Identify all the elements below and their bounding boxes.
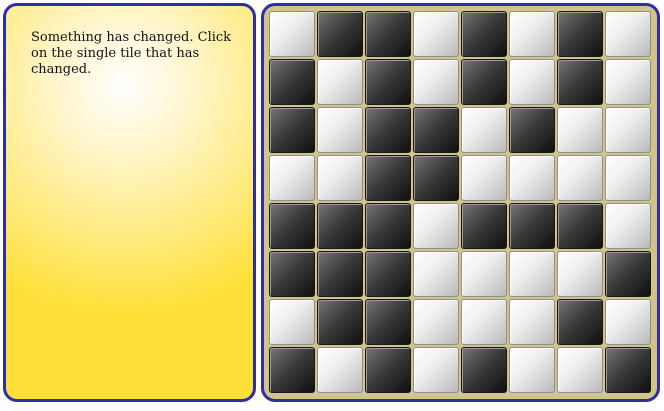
tile-r4-c6[interactable] <box>509 155 555 201</box>
tile-r5-c6[interactable] <box>509 203 555 249</box>
tile-r3-c6[interactable] <box>509 107 555 153</box>
tile-r3-c8[interactable] <box>605 107 651 153</box>
tile-r1-c6[interactable] <box>509 11 555 57</box>
tile-r8-c1[interactable] <box>269 347 315 393</box>
tile-r2-c3[interactable] <box>365 59 411 105</box>
tile-r7-c6[interactable] <box>509 299 555 345</box>
tile-r4-c8[interactable] <box>605 155 651 201</box>
tile-r8-c7[interactable] <box>557 347 603 393</box>
instructions-text: Something has changed. Click on the sing… <box>31 30 232 77</box>
tile-r1-c2[interactable] <box>317 11 363 57</box>
tile-r3-c5[interactable] <box>461 107 507 153</box>
tile-r4-c4[interactable] <box>413 155 459 201</box>
tile-r6-c1[interactable] <box>269 251 315 297</box>
tile-r1-c4[interactable] <box>413 11 459 57</box>
tile-r6-c8[interactable] <box>605 251 651 297</box>
tile-r2-c2[interactable] <box>317 59 363 105</box>
tile-r6-c5[interactable] <box>461 251 507 297</box>
tile-r4-c2[interactable] <box>317 155 363 201</box>
tile-r7-c5[interactable] <box>461 299 507 345</box>
tile-r2-c8[interactable] <box>605 59 651 105</box>
tile-r6-c2[interactable] <box>317 251 363 297</box>
tile-r7-c4[interactable] <box>413 299 459 345</box>
tile-r5-c4[interactable] <box>413 203 459 249</box>
tile-r7-c1[interactable] <box>269 299 315 345</box>
tile-r1-c7[interactable] <box>557 11 603 57</box>
tile-r7-c7[interactable] <box>557 299 603 345</box>
tile-r6-c7[interactable] <box>557 251 603 297</box>
tile-grid <box>269 11 655 397</box>
tile-board <box>261 3 660 402</box>
tile-r5-c8[interactable] <box>605 203 651 249</box>
tile-r4-c1[interactable] <box>269 155 315 201</box>
tile-r2-c4[interactable] <box>413 59 459 105</box>
tile-r3-c3[interactable] <box>365 107 411 153</box>
tile-r8-c4[interactable] <box>413 347 459 393</box>
tile-r6-c3[interactable] <box>365 251 411 297</box>
tile-r8-c6[interactable] <box>509 347 555 393</box>
tile-r2-c1[interactable] <box>269 59 315 105</box>
tile-r6-c6[interactable] <box>509 251 555 297</box>
tile-r8-c5[interactable] <box>461 347 507 393</box>
tile-r2-c5[interactable] <box>461 59 507 105</box>
tile-r4-c7[interactable] <box>557 155 603 201</box>
instructions-panel: Something has changed. Click on the sing… <box>3 3 256 402</box>
tile-r7-c8[interactable] <box>605 299 651 345</box>
game-page: Something has changed. Click on the sing… <box>0 0 664 411</box>
tile-r5-c3[interactable] <box>365 203 411 249</box>
tile-r5-c2[interactable] <box>317 203 363 249</box>
tile-r6-c4[interactable] <box>413 251 459 297</box>
tile-r5-c7[interactable] <box>557 203 603 249</box>
tile-r5-c5[interactable] <box>461 203 507 249</box>
tile-r4-c3[interactable] <box>365 155 411 201</box>
tile-r8-c2[interactable] <box>317 347 363 393</box>
tile-r8-c8[interactable] <box>605 347 651 393</box>
tile-r7-c2[interactable] <box>317 299 363 345</box>
tile-r1-c1[interactable] <box>269 11 315 57</box>
tile-r3-c4[interactable] <box>413 107 459 153</box>
tile-r1-c3[interactable] <box>365 11 411 57</box>
tile-r7-c3[interactable] <box>365 299 411 345</box>
tile-r4-c5[interactable] <box>461 155 507 201</box>
tile-r3-c7[interactable] <box>557 107 603 153</box>
tile-r8-c3[interactable] <box>365 347 411 393</box>
tile-r3-c2[interactable] <box>317 107 363 153</box>
tile-r2-c6[interactable] <box>509 59 555 105</box>
tile-r1-c5[interactable] <box>461 11 507 57</box>
tile-r3-c1[interactable] <box>269 107 315 153</box>
tile-r5-c1[interactable] <box>269 203 315 249</box>
tile-r2-c7[interactable] <box>557 59 603 105</box>
tile-r1-c8[interactable] <box>605 11 651 57</box>
